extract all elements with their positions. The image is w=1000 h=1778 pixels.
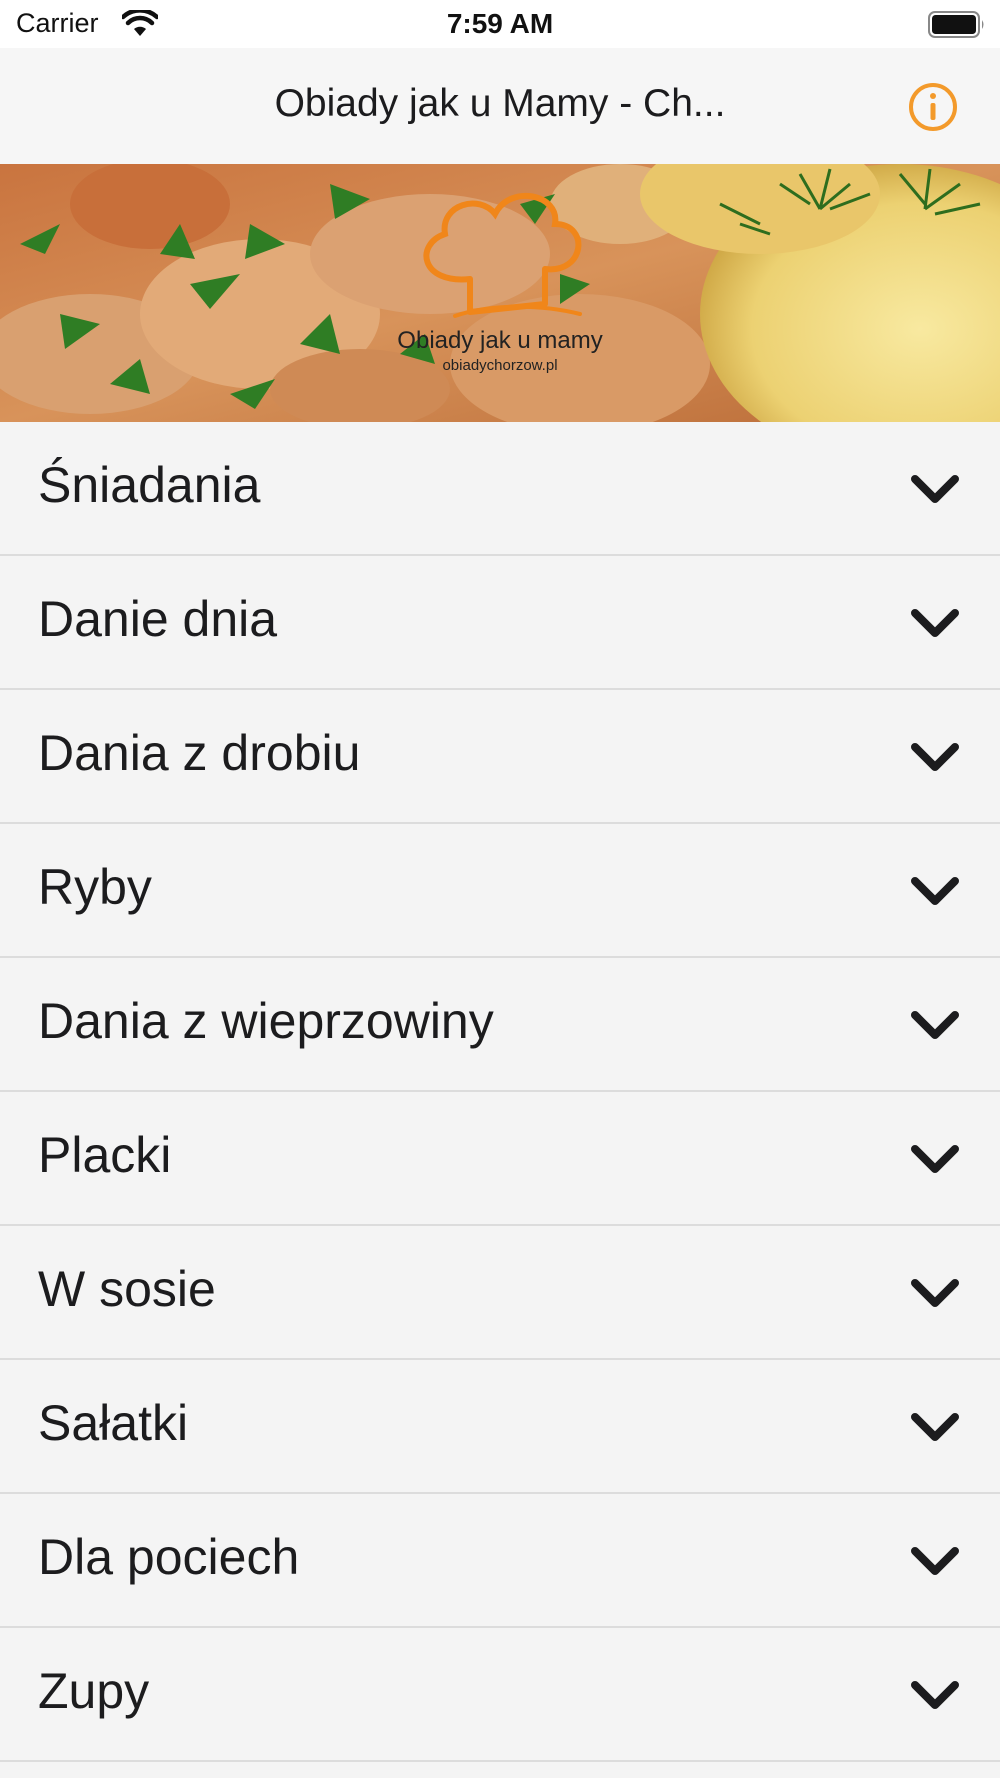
chevron-down-icon <box>911 877 959 905</box>
banner-logo-title: Obiady jak u mamy <box>397 327 602 354</box>
category-row[interactable]: Zupy <box>0 1628 1000 1762</box>
category-row[interactable]: Dania z wieprzowiny <box>0 958 1000 1092</box>
status-bar: Carrier 7:59 AM <box>0 0 1000 48</box>
banner-logo-url: obiadychorzow.pl <box>442 357 557 374</box>
category-row[interactable]: Dania z drobiu <box>0 690 1000 824</box>
chevron-down-icon <box>911 1681 959 1709</box>
category-label: Zupy <box>38 1663 150 1719</box>
category-label: Dania z drobiu <box>38 725 361 781</box>
category-label: Śniadania <box>38 457 261 513</box>
info-icon[interactable] <box>908 82 958 132</box>
category-row[interactable]: Danie dnia <box>0 556 1000 690</box>
chevron-down-icon <box>911 1547 959 1575</box>
category-label: Danie dnia <box>38 591 278 647</box>
category-list: Śniadania Danie dnia Dania z drobiu Ryby Dan… <box>0 422 1000 1762</box>
category-row[interactable]: Dla pociech <box>0 1494 1000 1628</box>
chevron-down-icon <box>911 1011 959 1039</box>
category-label: Ryby <box>38 859 152 915</box>
battery-icon <box>928 11 984 38</box>
chevron-down-icon <box>911 475 959 503</box>
category-label: Dla pociech <box>38 1529 300 1585</box>
header-banner-image: Obiady jak u mamy obiadychorzow.pl <box>0 164 1000 422</box>
category-row[interactable]: Sałatki <box>0 1360 1000 1494</box>
category-label: Sałatki <box>38 1395 189 1451</box>
category-label: Placki <box>38 1127 172 1183</box>
category-label: W sosie <box>38 1261 216 1317</box>
category-row[interactable]: W sosie <box>0 1226 1000 1360</box>
category-row[interactable]: Ryby <box>0 824 1000 958</box>
category-label: Dania z wieprzowiny <box>38 993 494 1049</box>
navigation-bar: Obiady jak u Mamy - Ch... <box>0 48 1000 164</box>
chevron-down-icon <box>911 1145 959 1173</box>
status-time: 7:59 AM <box>446 8 554 39</box>
chevron-down-icon <box>911 609 959 637</box>
chevron-down-icon <box>911 1413 959 1441</box>
category-row[interactable]: Śniadania <box>0 422 1000 556</box>
category-row[interactable]: Placki <box>0 1092 1000 1226</box>
chevron-down-icon <box>911 743 959 771</box>
page-title: Obiady jak u Mamy - Ch... <box>274 82 726 125</box>
chevron-down-icon <box>911 1279 959 1307</box>
